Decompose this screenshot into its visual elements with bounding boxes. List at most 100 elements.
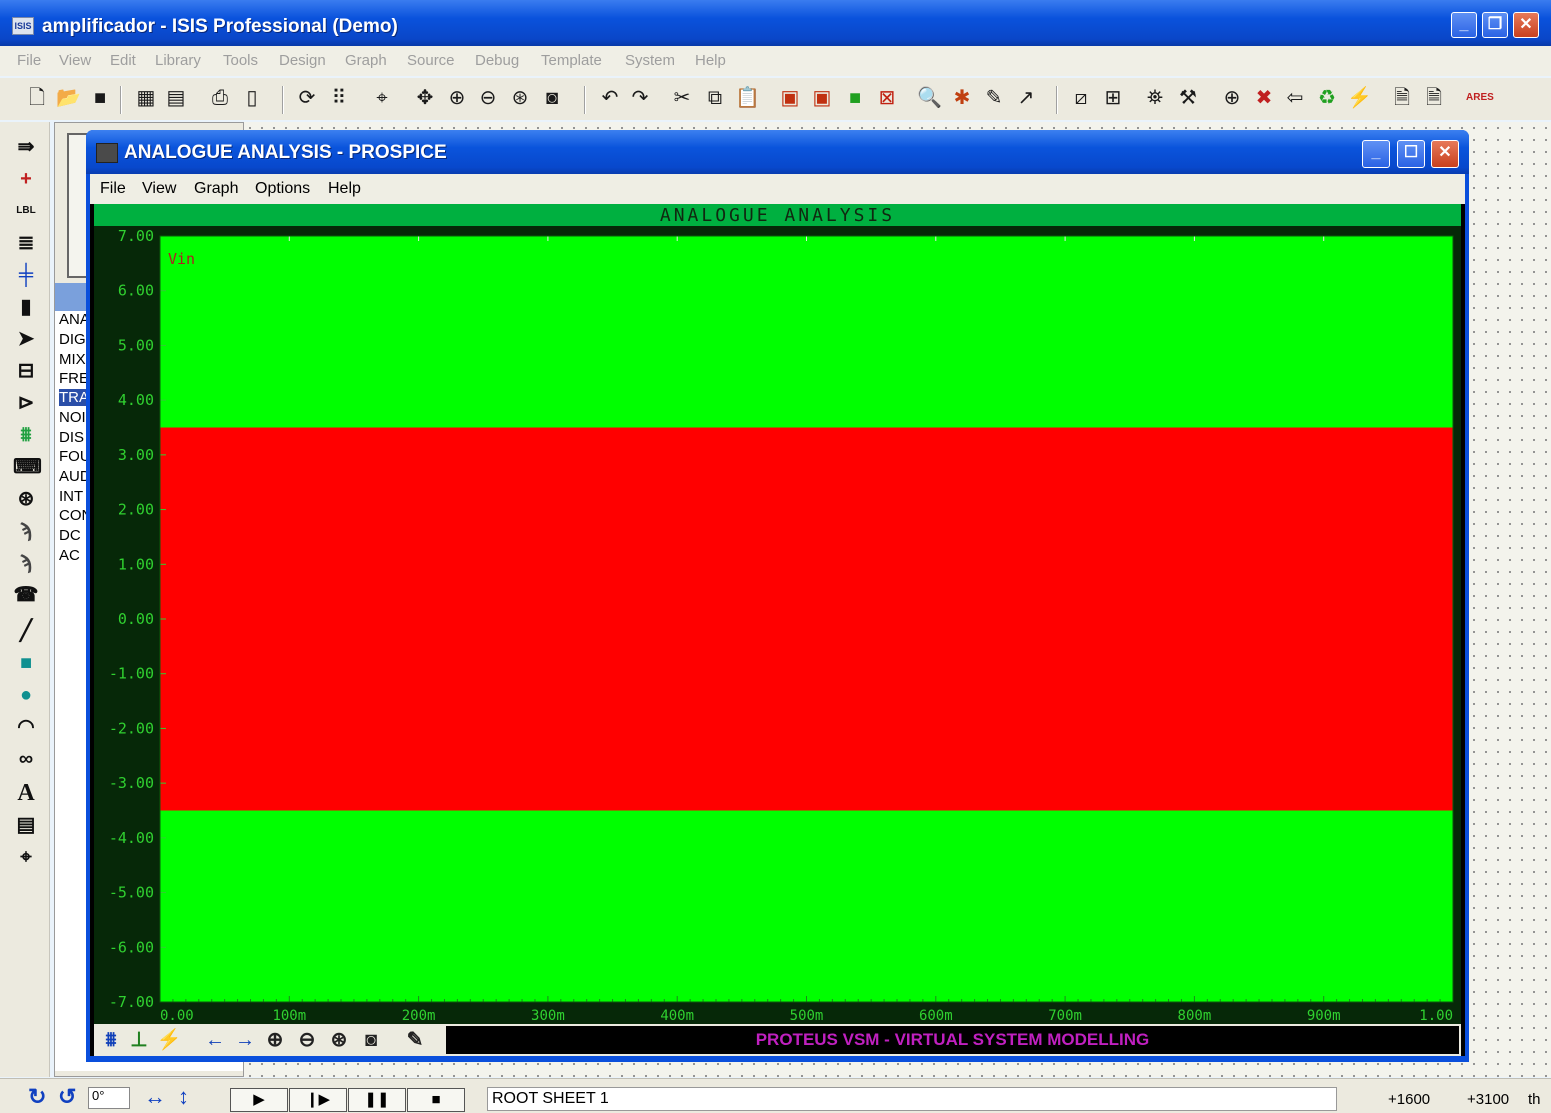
list-item[interactable]: INT [59,488,83,505]
import-icon[interactable]: ▦ [134,86,158,110]
origin-icon[interactable]: ⌖ [370,86,394,110]
voltage-probe-icon[interactable]: ϡ [13,518,39,544]
area-icon[interactable]: ▯ [240,86,264,110]
exit-to-parent-icon[interactable]: ⇦ [1283,86,1307,110]
box-tool-icon[interactable]: ■ [13,650,39,676]
grid-icon[interactable]: ⠿ [327,86,351,110]
menu-template[interactable]: Template [541,52,602,69]
new-sheet-icon[interactable]: ⊕ [1220,86,1244,110]
zoom-all-icon[interactable]: ⊛ [508,86,532,110]
zoom-out-icon[interactable]: ⊖ [476,86,500,110]
list-item[interactable]: MIX [59,351,86,368]
search-tag-icon[interactable]: ⊞ [1101,86,1125,110]
wire-autorouter-icon[interactable]: ⧄ [1069,86,1093,110]
print-icon[interactable]: ⎙ [208,86,232,110]
copy-icon[interactable]: ⧉ [703,86,727,110]
play-button[interactable]: ▶ [230,1088,288,1112]
component-mode-icon[interactable]: ⇛ [13,134,39,160]
step-button[interactable]: ❙▶ [289,1088,347,1112]
zoom-all-icon[interactable]: ⊛ [326,1028,352,1052]
prospice-close-button[interactable]: ✕ [1431,140,1459,168]
line-tool-icon[interactable]: ╱ [13,618,39,644]
rotation-angle-field[interactable]: 0° [88,1087,130,1109]
rotate-anticlockwise-icon[interactable]: ↺ [58,1085,76,1109]
symbol-tool-icon[interactable]: ▤ [13,812,39,838]
netlist-ares-icon[interactable]: 🗎 [1422,86,1446,110]
new-icon[interactable]: 🗋 [25,86,49,110]
open-folder-icon[interactable]: 📂 [56,86,81,110]
mirror-horizontal-icon[interactable]: ↔ [144,1085,166,1109]
decompose-icon[interactable]: ↗ [1014,86,1038,110]
prospice-minimize-button[interactable]: _ [1362,140,1390,168]
packaging-tool-icon[interactable]: ✎ [982,86,1006,110]
block-copy-icon[interactable]: ▣ [778,86,802,110]
ares-icon[interactable]: ARES [1466,86,1494,110]
selection-mode-icon[interactable]: ➤ [13,326,39,352]
generator-icon[interactable]: ⊛ [13,486,39,512]
list-item[interactable]: AC [59,547,80,564]
menu-view[interactable]: View [59,52,91,69]
cut-icon[interactable]: ✂ [670,86,694,110]
prospice-menu-options[interactable]: Options [255,180,310,198]
zoom-area-icon[interactable]: ◙ [540,86,564,110]
virtual-instrument-icon[interactable]: ☎ [13,582,39,608]
text-tool-icon[interactable]: A [13,780,39,806]
menu-edit[interactable]: Edit [110,52,136,69]
list-item-selected[interactable]: TRA [59,389,89,406]
redo-icon[interactable]: ↷ [628,86,652,110]
list-item[interactable]: DIS [59,429,84,446]
make-device-icon[interactable]: ✱ [950,86,974,110]
save-icon[interactable]: ■ [88,86,112,110]
tape-recorder-icon[interactable]: ⌨ [13,454,42,480]
block-delete-icon[interactable]: ⊠ [875,86,899,110]
minimize-button[interactable]: _ [1451,12,1477,38]
search-binoculars-icon[interactable]: ⛯ [1143,86,1167,110]
prospice-menu-file[interactable]: File [100,180,126,198]
wire-label-icon[interactable]: LBL [13,198,39,224]
prospice-menu-view[interactable]: View [142,180,176,198]
list-item[interactable]: DIG [59,331,86,348]
path-tool-icon[interactable]: ∞ [13,746,39,772]
pause-button[interactable]: ❚❚ [348,1088,406,1112]
menu-debug[interactable]: Debug [475,52,519,69]
device-pin-icon[interactable]: ⊳ [13,390,39,416]
stop-button[interactable]: ■ [407,1088,465,1112]
marker-tool-icon[interactable]: ⌖ [13,844,39,870]
probe-tool-icon[interactable]: ✎ [402,1028,428,1052]
refresh-icon[interactable]: ⟳ [295,86,319,110]
remove-sheet-icon[interactable]: ✖ [1252,86,1276,110]
prospice-menu-help[interactable]: Help [328,180,361,198]
menu-graph[interactable]: Graph [345,52,387,69]
rotate-clockwise-icon[interactable]: ↻ [28,1085,46,1109]
block-rotate-icon[interactable]: ■ [843,86,867,110]
block-move-icon[interactable]: ▣ [810,86,834,110]
arc-tool-icon[interactable]: ◠ [13,714,39,740]
pick-device-icon[interactable]: 🔍 [917,86,942,110]
list-item[interactable]: FRE [59,370,89,387]
simulate-graph-icon[interactable]: ⩩ [98,1028,124,1052]
close-button[interactable]: ✕ [1513,12,1539,38]
list-item[interactable]: NOI [59,409,86,426]
current-probe-icon[interactable]: ϡ [13,550,39,576]
menu-source[interactable]: Source [407,52,455,69]
undo-icon[interactable]: ↶ [598,86,622,110]
mirror-vertical-icon[interactable]: ↕ [178,1085,189,1109]
pan-right-icon[interactable]: → [232,1028,258,1052]
export-icon[interactable]: ▤ [164,86,188,110]
pan-icon[interactable]: ✥ [413,86,437,110]
bus-icon[interactable]: ╪ [13,262,39,288]
restore-button[interactable]: ❐ [1482,12,1508,38]
menu-system[interactable]: System [625,52,675,69]
bill-of-materials-icon[interactable]: ♻ [1315,86,1339,110]
text-script-icon[interactable]: ≣ [13,230,39,256]
edit-trace-icon[interactable]: ⚡ [156,1028,182,1052]
list-item[interactable]: DC [59,527,81,544]
zoom-area-icon[interactable]: ◙ [358,1028,384,1052]
graph-plot-frame[interactable]: Vin 7.00 6.00 5.00 4.00 3.00 2.00 1.00 0.00 -1.00… [94,226,1461,1024]
menu-file[interactable]: File [17,52,41,69]
menu-help[interactable]: Help [695,52,726,69]
electrical-rule-check-icon[interactable]: ⚡ [1347,86,1372,110]
menu-library[interactable]: Library [155,52,201,69]
zoom-in-icon[interactable]: ⊕ [262,1028,288,1052]
subcircuit-icon[interactable]: ▮ [13,294,39,320]
